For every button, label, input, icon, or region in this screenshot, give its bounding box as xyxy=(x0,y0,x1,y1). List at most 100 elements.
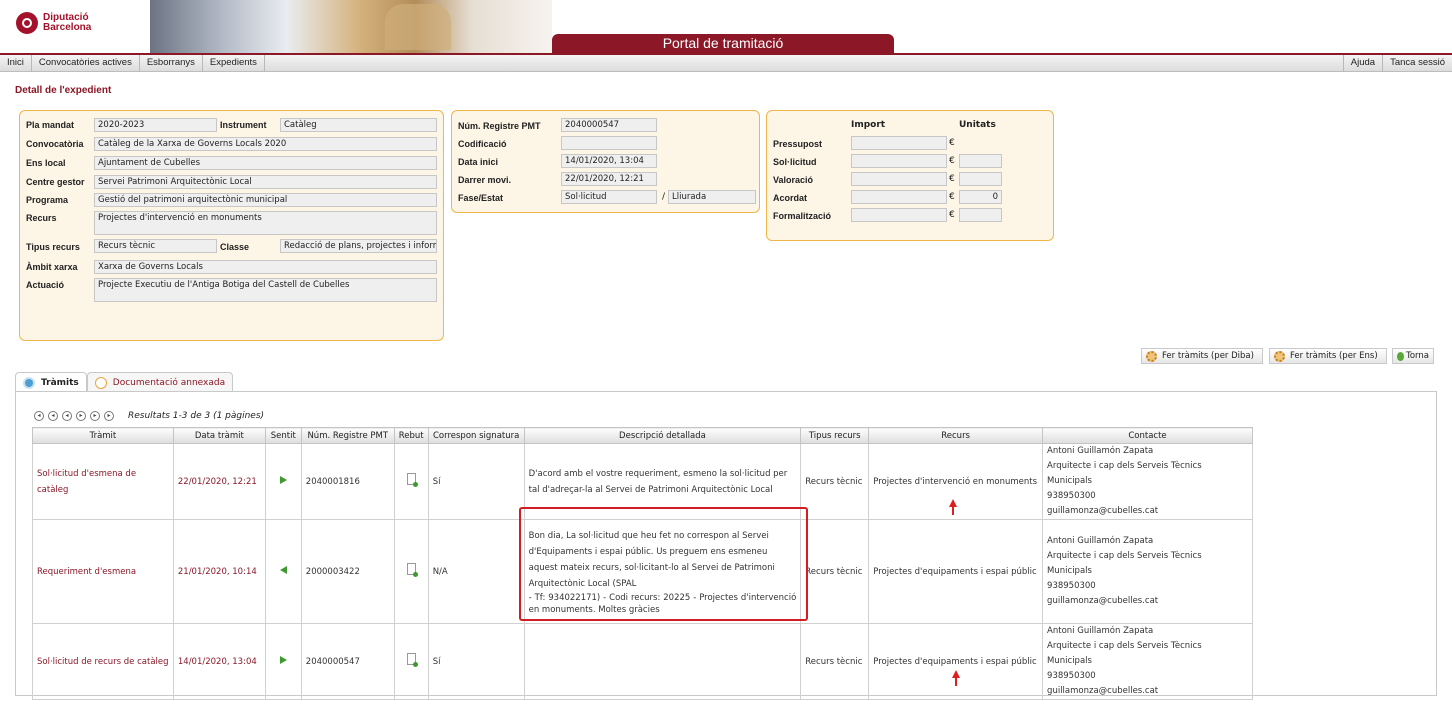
torna-button[interactable]: Torna xyxy=(1392,348,1434,364)
num-registre-field: 2040000547 xyxy=(561,118,657,132)
nav-right: Ajuda Tanca sessió xyxy=(1342,55,1452,72)
actuacio-label: Actuació xyxy=(26,280,65,290)
tramit-link[interactable]: Sol·licitud de recurs de catàleg xyxy=(32,623,174,700)
contact-phone: 938950300 xyxy=(1047,581,1096,591)
formalitzacio-unitats-field xyxy=(959,208,1002,222)
col-num-registre[interactable]: Núm. Registre PMT xyxy=(300,427,395,444)
sentit-cell xyxy=(264,443,302,520)
tipus-recurs-cell: Recurs tècnic xyxy=(800,623,870,700)
receipt-download-icon[interactable] xyxy=(406,472,418,487)
fer-tramits-diba-button[interactable]: Fer tràmits (per Diba) xyxy=(1141,348,1263,364)
centre-gestor-field: Servei Patrimoni Arquitectònic Local xyxy=(94,175,437,189)
num-registre-label: Núm. Registre PMT xyxy=(458,121,541,131)
contact-name: Antoni Guillamón Zapata xyxy=(1047,446,1154,456)
prev-page-icon[interactable]: ◂ xyxy=(62,411,72,421)
classe-label: Classe xyxy=(220,242,250,252)
unitats-header: Unitats xyxy=(959,120,996,130)
formalitzacio-currency: € xyxy=(949,210,955,220)
acordat-label: Acordat xyxy=(773,193,808,203)
table-row: Sol·licitud de recurs de catàleg 14/01/2… xyxy=(32,623,1253,700)
signatura-cell: Sí xyxy=(427,443,525,520)
nav-item-convocatories[interactable]: Convocatòries actives xyxy=(32,55,140,72)
fer-tramits-ens-label: Fer tràmits (per Ens) xyxy=(1290,351,1378,361)
estat-field: Lliurada xyxy=(668,190,756,204)
recurs-label: Recurs xyxy=(26,213,57,223)
col-descripcio[interactable]: Descripció detallada xyxy=(523,427,802,444)
next-block-icon[interactable]: ▸ xyxy=(90,411,100,421)
table-header-row: Tràmit Data tràmit Sentit Núm. Registre … xyxy=(32,427,1253,444)
nav-item-expedients[interactable]: Expedients xyxy=(203,55,265,72)
portal-title: Portal de tramitació xyxy=(552,34,894,53)
col-rebut[interactable]: Rebut xyxy=(393,427,429,444)
col-tramit[interactable]: Tràmit xyxy=(32,427,174,444)
contact-role: Arquitecte i cap dels Serveis Tècnics Mu… xyxy=(1047,641,1202,666)
tramit-link[interactable]: Sol·licitud d'esmena de catàleg xyxy=(32,443,174,520)
tab-bar: Tràmits Documentació annexada xyxy=(15,372,234,392)
tab-documentacio-label: Documentació annexada xyxy=(112,377,226,388)
logo-text: Diputació Barcelona xyxy=(43,13,91,33)
col-data-tramit[interactable]: Data tràmit xyxy=(172,427,266,444)
fer-tramits-diba-label: Fer tràmits (per Diba) xyxy=(1162,351,1254,361)
ens-local-label: Ens local xyxy=(26,158,66,168)
tab-documentacio[interactable]: Documentació annexada xyxy=(86,372,234,392)
nav-item-ajuda[interactable]: Ajuda xyxy=(1342,55,1382,72)
fase-estat-separator: / xyxy=(662,192,666,202)
tab-tramits[interactable]: Tràmits xyxy=(15,372,87,392)
valoracio-import-field xyxy=(851,172,947,186)
sollicitud-label: Sol·licitud xyxy=(773,157,817,167)
contact-phone: 938950300 xyxy=(1047,491,1096,501)
pressupost-currency: € xyxy=(949,138,955,148)
contact-role: Arquitecte i cap dels Serveis Tècnics Mu… xyxy=(1047,461,1202,486)
rebut-cell xyxy=(393,519,429,624)
fase-estat-label: Fase/Estat xyxy=(458,193,504,203)
ens-local-field: Ajuntament de Cubelles xyxy=(94,156,437,170)
back-arrow-icon xyxy=(1397,351,1405,361)
rebut-cell xyxy=(393,623,429,700)
main-nav: Inici Convocatòries actives Esborranys E… xyxy=(0,53,1452,72)
col-sentit[interactable]: Sentit xyxy=(264,427,302,444)
pla-mandat-label: Pla mandat xyxy=(26,120,75,130)
nav-item-inici[interactable]: Inici xyxy=(0,55,32,72)
prev-block-icon[interactable]: ◂ xyxy=(48,411,58,421)
tramit-link[interactable]: Requeriment d'esmena xyxy=(32,519,174,624)
tipus-recurs-field: Recurs tècnic xyxy=(94,239,217,253)
recurs-cell: Projectes d'intervenció en monuments xyxy=(868,443,1044,520)
num-registre-cell: 2040001816 xyxy=(300,443,395,520)
last-page-icon[interactable]: ▸ xyxy=(104,411,114,421)
recurs-field: Projectes d'intervenció en monuments xyxy=(94,211,437,235)
rebut-cell xyxy=(393,443,429,520)
outgoing-arrow-icon xyxy=(279,475,287,484)
contacte-cell: Antoni Guillamón Zapata Arquitecte i cap… xyxy=(1042,623,1253,700)
header: Diputació Barcelona Portal de tramitació xyxy=(0,0,1452,53)
gear-icon xyxy=(1274,350,1285,362)
pla-mandat-field: 2020-2023 xyxy=(94,118,217,132)
outgoing-arrow-icon xyxy=(279,655,287,664)
acordat-currency: € xyxy=(949,192,955,202)
highlight-box xyxy=(519,507,808,621)
data-inici-label: Data inici xyxy=(458,157,499,167)
codificacio-field xyxy=(561,136,657,150)
pressupost-import-field xyxy=(851,136,947,150)
receipt-download-icon[interactable] xyxy=(406,562,418,577)
next-page-icon[interactable]: ▸ xyxy=(76,411,86,421)
instrument-label: Instrument xyxy=(220,120,267,130)
detail-panel: Pla mandat 2020-2023 Instrument Catàleg … xyxy=(19,110,444,341)
convocatoria-field: Catàleg de la Xarxa de Governs Locals 20… xyxy=(94,137,437,151)
logo[interactable]: Diputació Barcelona xyxy=(16,12,91,34)
receipt-download-icon[interactable] xyxy=(406,652,418,667)
first-page-icon[interactable]: ◂ xyxy=(34,411,44,421)
nav-item-tanca-sessio[interactable]: Tanca sessió xyxy=(1382,55,1452,72)
col-contacte[interactable]: Contacte xyxy=(1042,427,1253,444)
registry-panel: Núm. Registre PMT 2040000547 Codificació… xyxy=(451,110,760,213)
col-correspon-signatura[interactable]: Correspon signatura xyxy=(427,427,525,444)
darrer-movi-field: 22/01/2020, 12:21 xyxy=(561,172,657,186)
incoming-arrow-icon xyxy=(279,565,287,574)
descripcio-cell xyxy=(523,623,802,700)
signatura-cell: Sí xyxy=(427,623,525,700)
col-recurs[interactable]: Recurs xyxy=(868,427,1044,444)
col-tipus-recurs[interactable]: Tipus recurs xyxy=(800,427,870,444)
nav-item-esborranys[interactable]: Esborranys xyxy=(140,55,203,72)
fer-tramits-ens-button[interactable]: Fer tràmits (per Ens) xyxy=(1269,348,1387,364)
contact-email: guillamonza@cubelles.cat xyxy=(1047,686,1159,696)
torna-label: Torna xyxy=(1406,351,1429,361)
